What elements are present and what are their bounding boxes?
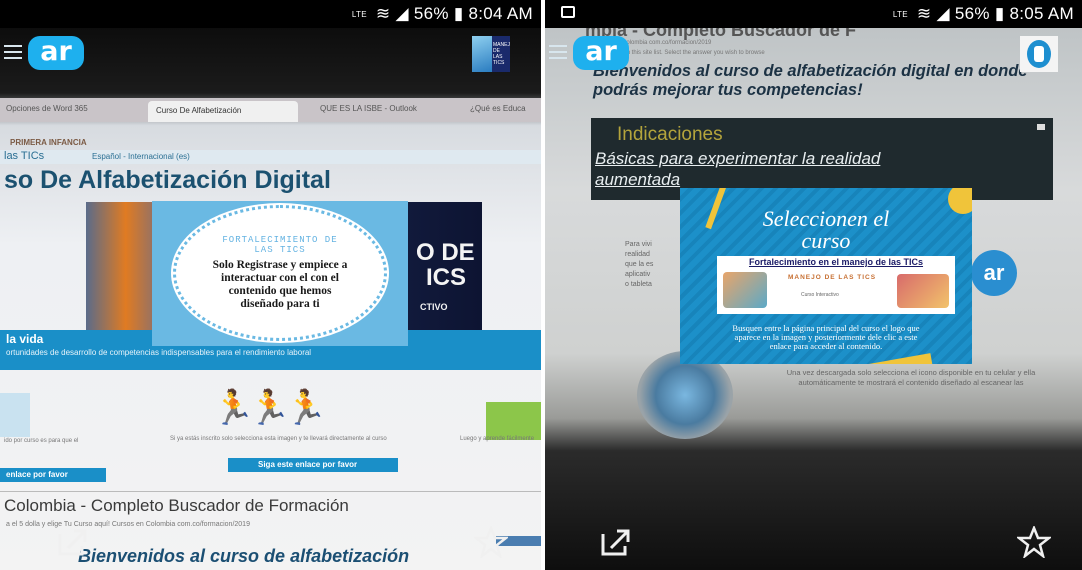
battery-icon: ▮	[453, 4, 464, 23]
course-illustration	[897, 274, 949, 308]
browser-tab[interactable]: Opciones de Word 365	[6, 104, 88, 113]
bookmark-link[interactable]: PRIMERA INFANCIA	[10, 138, 87, 147]
ar-logo-small[interactable]: ar	[971, 250, 1017, 296]
thumbnail-image	[472, 36, 492, 72]
battery-level: 56%	[954, 4, 990, 23]
section-url: a el 5 dolla y elige Tu Curso aquí! Curs…	[6, 521, 250, 528]
overlay-body: Solo Registrase y empiece a interactuar …	[212, 259, 348, 310]
clock: 8:05 AM	[1009, 4, 1074, 23]
body-line: Para vivi	[625, 241, 652, 248]
body-line: aplicativ	[625, 271, 651, 278]
tile-text: Luego y aprende fácilmente	[460, 436, 535, 442]
overlay-body: Busquen entre la página principal del cu…	[732, 323, 920, 351]
site-nav: las TICs Español - Internacional (es)	[0, 150, 541, 164]
decor-shape	[851, 353, 933, 364]
hero-banner-text: CTIVO	[420, 302, 448, 312]
panel-icon	[1037, 124, 1045, 130]
course-card-title: MANEJO DE LAS TICS	[787, 274, 877, 281]
nav-link[interactable]: las TICs	[4, 150, 44, 162]
app-bar: ar	[545, 30, 1082, 80]
tile-text: ido por curso es para que el	[4, 438, 79, 444]
body-text: Para vivi realidad que la es aplicativ o…	[625, 240, 653, 290]
ar-overlay-card[interactable]: FORTALECIMIENTO DE LAS TICS Solo Registr…	[152, 201, 408, 346]
app-logo[interactable]: ar	[28, 36, 84, 70]
phone-photo-circle	[637, 351, 733, 439]
bottom-heading: Bienvenidos al curso de alfabetización	[78, 546, 410, 566]
battery-level: 56%	[413, 4, 449, 23]
course-card[interactable]: Fortalecimiento en el manejo de las TICs…	[717, 256, 955, 314]
share-icon[interactable]	[56, 526, 92, 564]
target-thumbnail[interactable]: MANEJO DE LAS TICS	[472, 36, 510, 72]
band-title: la vida	[6, 332, 44, 346]
app-logo[interactable]: ar	[573, 36, 629, 70]
status-bar: LTE ≋ ◢ 56% ▮ 8:04 AM	[0, 0, 541, 28]
overlay-title: Seleccionen el curso	[762, 206, 890, 253]
browser-tab-active[interactable]: Curso De Alfabetización	[148, 101, 298, 122]
body-line: realidad	[625, 251, 650, 258]
lte-icon: LTE	[351, 9, 367, 19]
band-subtitle: ortunidades de desarrollo de competencia…	[6, 348, 312, 357]
course-link[interactable]: Fortalecimiento en el manejo de las TICs	[717, 257, 955, 267]
signal-icon: ◢	[395, 4, 409, 23]
link-button[interactable]: enlace por favor	[0, 468, 106, 482]
wifi-icon: ≋	[916, 4, 932, 23]
tile-text: Si ya estás inscrito solo selecciona est…	[170, 436, 387, 442]
overlay-title: FORTALECIMIENTO DE LAS TICS	[222, 235, 338, 255]
course-illustration	[723, 272, 767, 308]
link-button[interactable]: Siga este enlace por favor	[228, 458, 398, 472]
lte-icon: LTE	[892, 9, 908, 19]
tile-image	[0, 393, 30, 437]
battery-icon: ▮	[994, 4, 1005, 23]
app-bar: ar MANEJO DE LAS TICS	[0, 30, 541, 80]
language-select[interactable]: Español - Internacional (es)	[92, 152, 190, 161]
body-line: que la es	[625, 261, 654, 268]
page-title: so De Alfabetización Digital	[4, 166, 331, 194]
wifi-icon: ≋	[375, 4, 391, 23]
thumbnail-text: MANEJO DE LAS TICS	[493, 42, 510, 66]
body-line: o tableta	[625, 281, 652, 288]
tile-image	[486, 402, 541, 440]
section-title: Colombia - Completo Buscador de Formació…	[4, 496, 349, 515]
target-thumbnail[interactable]	[1020, 36, 1058, 72]
people-illustration: 🏃🏃🏃	[212, 389, 327, 427]
body-text: Una vez descargada solo selecciona el ic…	[786, 368, 1036, 387]
share-icon[interactable]	[599, 526, 635, 564]
star-icon[interactable]	[472, 524, 510, 564]
browser-tab[interactable]: QUE ES LA ISBE - Outlook	[320, 104, 417, 113]
hero-banner-text: O DE	[416, 239, 475, 266]
phone-screen-right: mbia - Completo Buscador de F Cursos en …	[545, 0, 1082, 570]
thumbnail-image	[1034, 46, 1044, 62]
ar-overlay-card[interactable]: Seleccionen el curso Fortalecimiento en …	[680, 188, 972, 364]
signal-icon: ◢	[936, 4, 950, 23]
phone-screen-left: Opciones de Word 365 Curso De Alfabetiza…	[0, 0, 541, 570]
browser-tab-label: Curso De Alfabetización	[156, 106, 242, 115]
divider	[0, 491, 541, 492]
hero-banner-text: ICS	[426, 264, 467, 291]
link-button-label: enlace por favor	[6, 470, 68, 479]
browser-tab[interactable]: ¿Qué es Educa	[470, 104, 526, 113]
status-bar: LTE ≋ ◢ 56% ▮ 8:05 AM	[545, 0, 1082, 28]
clock: 8:04 AM	[468, 4, 533, 23]
course-card-subtitle: Curso Interactivo	[801, 292, 839, 298]
menu-icon[interactable]	[549, 45, 567, 59]
star-icon[interactable]	[1015, 524, 1053, 564]
panel-subtitle-link[interactable]: Básicas para experimentar la realidad au…	[595, 148, 955, 190]
link-button-label: Siga este enlace por favor	[258, 460, 358, 469]
panel-title: Indicaciones	[617, 124, 723, 145]
browser-tab-strip: Opciones de Word 365 Curso De Alfabetiza…	[0, 98, 541, 122]
menu-icon[interactable]	[4, 45, 22, 59]
notification-icon	[561, 6, 575, 18]
